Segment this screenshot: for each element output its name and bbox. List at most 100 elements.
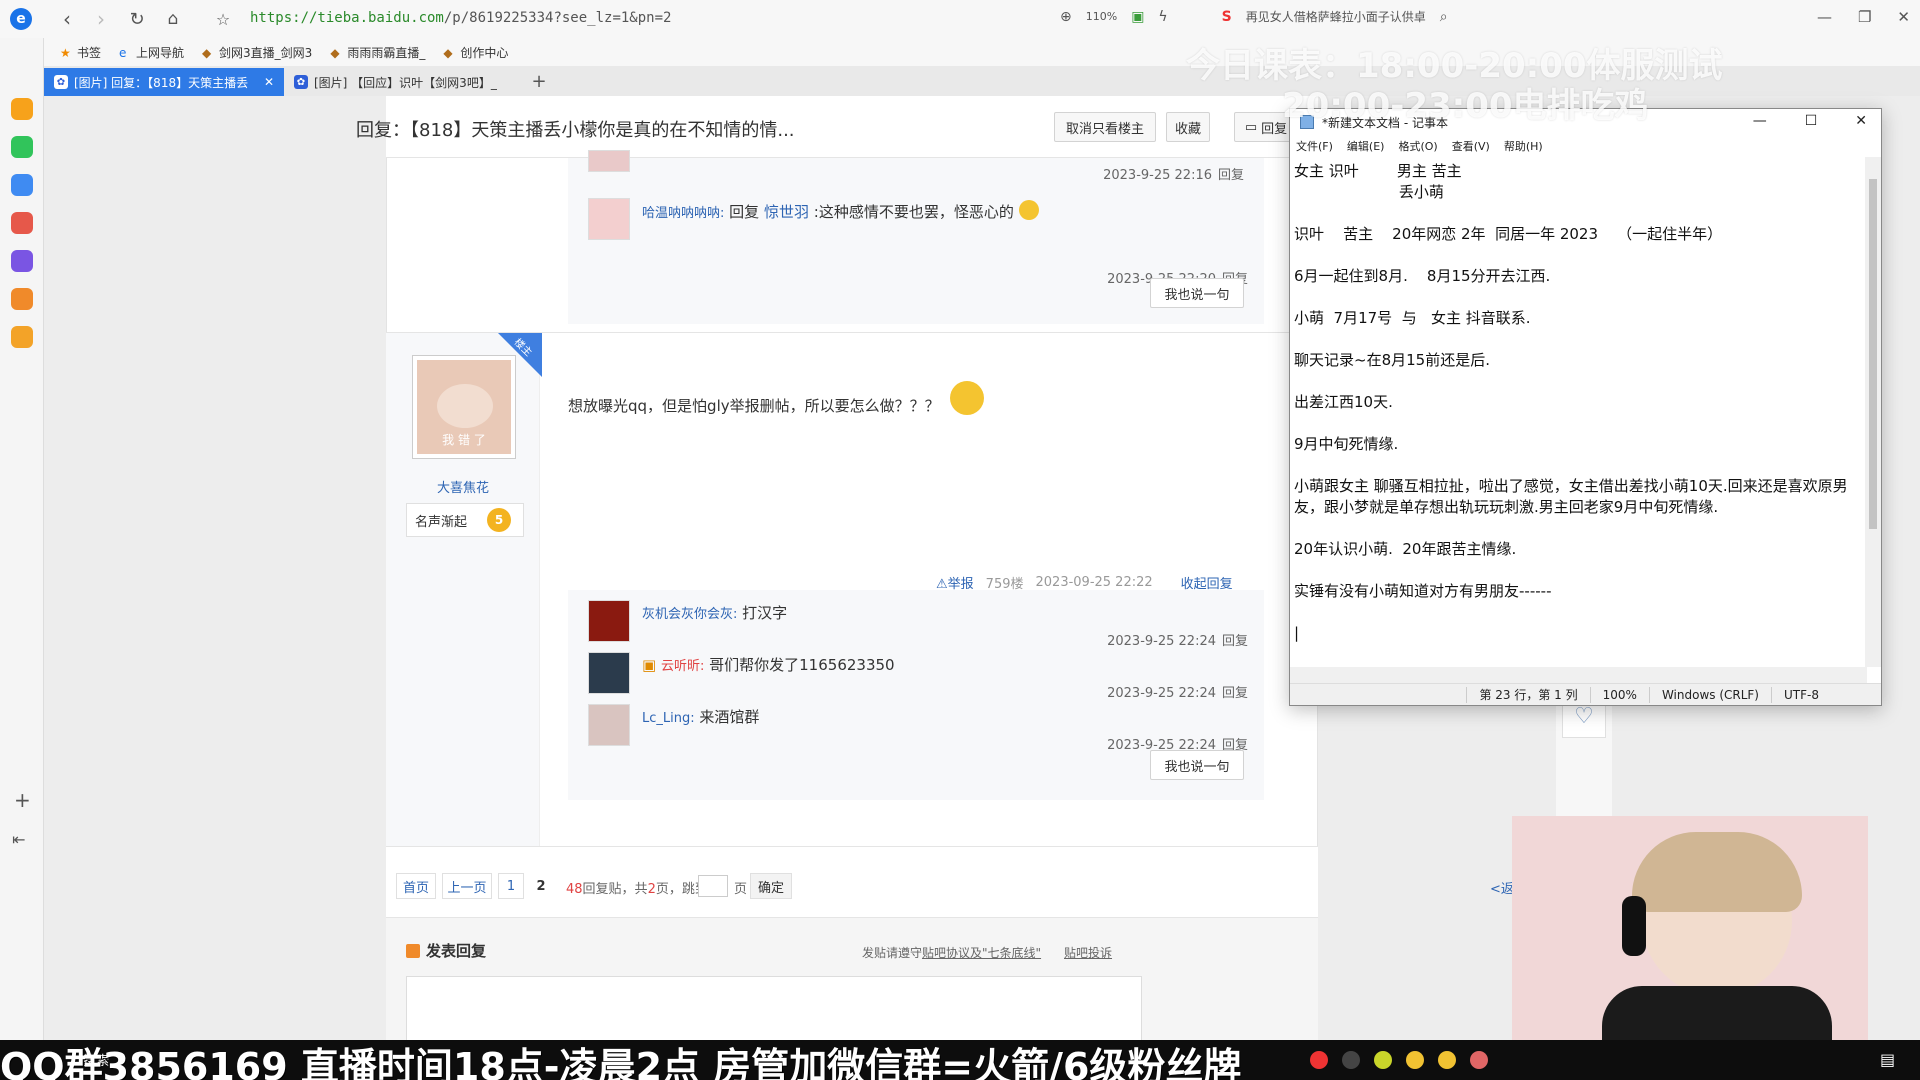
minimize-icon[interactable]: — [1753, 113, 1767, 129]
first-page-button[interactable]: 首页 [396, 873, 436, 899]
app-icon[interactable] [11, 212, 33, 234]
reply-link[interactable]: 回复 [1222, 686, 1248, 701]
zoom-level: 110% [1085, 10, 1118, 23]
tray-icons [1310, 1051, 1488, 1069]
lz-ribbon: 楼主 [498, 333, 542, 377]
tab-close-icon[interactable]: ✕ [264, 75, 274, 89]
add-icon[interactable]: + [14, 788, 31, 812]
home-icon[interactable]: ⌂ [156, 2, 190, 36]
notepad-line [1294, 518, 1861, 539]
weibo-icon[interactable] [11, 174, 33, 196]
tray-app-icon[interactable] [1310, 1051, 1328, 1069]
wechat-icon[interactable] [11, 136, 33, 158]
avatar[interactable] [588, 198, 630, 240]
menu-help[interactable]: 帮助(H) [1504, 138, 1543, 154]
prev-page-button[interactable]: 上一页 [442, 873, 492, 899]
notepad-line: 出差江西10天. [1294, 393, 1393, 411]
tray-app-icon[interactable] [1374, 1051, 1392, 1069]
author-name[interactable]: 大喜焦花 [386, 477, 540, 496]
tab-tieba[interactable]: ✿ [图片] 【回应】识叶【剑网3吧】_ [284, 68, 524, 96]
app-icon[interactable] [11, 250, 33, 272]
notepad-line [1294, 602, 1861, 623]
vertical-scrollbar[interactable] [1865, 157, 1881, 667]
bookmark-item[interactable]: ◆ 创作中心 [443, 44, 508, 61]
tray-app-icon[interactable] [1342, 1051, 1360, 1069]
jump-page-input[interactable] [698, 875, 728, 897]
maximize-icon[interactable]: ☐ [1805, 113, 1818, 129]
menu-file[interactable]: 文件(F) [1296, 138, 1333, 154]
notepad-line: | [1294, 624, 1300, 642]
page-unit: 页 [734, 882, 748, 897]
lightning-icon[interactable]: ϟ [1158, 9, 1167, 25]
hamster-image: 我 错 了 [417, 360, 511, 454]
notification-icon[interactable]: ▤ [1880, 1050, 1895, 1069]
horizontal-scrollbar[interactable] [1290, 667, 1867, 683]
avatar[interactable] [588, 600, 630, 642]
tab-tieba-active[interactable]: ✿ [图片] 回复：【818】天策主播丢 ✕ [44, 68, 284, 96]
cursor-position: 第 23 行，第 1 列 [1466, 686, 1589, 703]
say-something-button[interactable]: 我也说一句 [1150, 278, 1244, 308]
mention-link[interactable]: 惊世羽 [764, 203, 809, 221]
say-something-button[interactable]: 我也说一句 [1150, 750, 1244, 780]
restore-icon[interactable]: ❐ [1858, 8, 1871, 26]
close-icon[interactable]: ✕ [1855, 113, 1867, 129]
zoom-icon[interactable]: ⊕ [1060, 9, 1072, 25]
favorites-icon[interactable] [11, 98, 33, 120]
app-icon[interactable] [11, 326, 33, 348]
tray-app-icon[interactable] [1406, 1051, 1424, 1069]
address-bar[interactable]: https://tieba.baidu.com/p/8619225334?see… [250, 10, 671, 26]
bookmark-item[interactable]: e 上网导航 [119, 44, 184, 61]
menu-view[interactable]: 查看(V) [1452, 138, 1490, 154]
overlay-schedule-line-2: 20:00-23:00电排吃鸡 [1282, 86, 1649, 126]
notepad-line [1294, 455, 1861, 476]
notepad-text-area[interactable]: 女主 识叶 男主 苦主 丢小萌 识叶 苦主 20年网恋 2年 同居一年 2023… [1290, 157, 1865, 667]
tray-app-icon[interactable] [1438, 1051, 1456, 1069]
search-icon[interactable]: ⌕ [1440, 9, 1448, 25]
rules-link[interactable]: 贴吧协议及"七条底线" [922, 946, 1041, 960]
avatar[interactable] [588, 704, 630, 746]
collapse-icon[interactable]: ⇤ [12, 830, 25, 849]
star-icon[interactable]: ☆ [206, 2, 240, 36]
ie-icon: e [119, 46, 127, 60]
page-1-button[interactable]: 1 [498, 873, 524, 899]
menu-edit[interactable]: 编辑(E) [1347, 138, 1385, 154]
back-icon[interactable]: ‹ [50, 2, 84, 36]
menu-format[interactable]: 格式(O) [1398, 138, 1437, 154]
extension-icon[interactable]: ▣ [1131, 9, 1144, 25]
reload-icon[interactable]: ↻ [120, 2, 154, 36]
reply-username[interactable]: 哈温呐呐呐呐: [642, 206, 724, 221]
complain-link[interactable]: 贴吧投诉 [1064, 944, 1112, 961]
notepad-window: *新建文本文档 - 记事本 — ☐ ✕ 文件(F) 编辑(E) 格式(O) 查看… [1289, 108, 1882, 706]
reply-time: 2023-9-25 22:24 回复 [1107, 686, 1248, 701]
notepad-line: 女主 识叶 男主 苦主 [1294, 162, 1462, 180]
notepad-line: 聊天记录~在8月15前还是后. [1294, 351, 1490, 369]
tray-app-icon[interactable] [1470, 1051, 1488, 1069]
list-item: ▣ 云听昕: 哥们帮你发了1165623350 2023-9-25 22:24 回… [588, 652, 1248, 702]
vip-icon: ▣ [642, 656, 657, 674]
reply-username[interactable]: 灰机会灰你会灰: [642, 607, 737, 622]
close-icon[interactable]: ✕ [1897, 8, 1910, 26]
author-level[interactable]: 名声渐起 5 [406, 503, 524, 537]
collect-button[interactable]: 收藏 [1166, 112, 1210, 142]
reply-username[interactable]: Lc_Ling: [642, 711, 695, 726]
reply-link[interactable]: 回复 [1222, 634, 1248, 649]
scroll-thumb[interactable] [1869, 179, 1877, 529]
confirm-jump-button[interactable]: 确定 [750, 873, 792, 899]
new-tab-button[interactable]: + [524, 68, 554, 96]
only-lz-button[interactable]: 取消只看楼主 [1054, 112, 1156, 142]
reply-link[interactable]: 回复 [1218, 168, 1244, 183]
forward-icon[interactable]: › [84, 2, 118, 36]
bookmark-item[interactable]: ◆ 剑网3直播_剑网3 [202, 44, 312, 61]
bookmark-favicon-icon: ◆ [202, 46, 212, 60]
bookmark-item[interactable]: ★ 书签 [60, 44, 101, 61]
avatar[interactable] [588, 652, 630, 694]
browser-toolbar: e ‹ › ↻ ⌂ ☆ https://tieba.baidu.com/p/86… [0, 0, 1920, 38]
sub-reply-list: 灰机会灰你会灰: 打汉字 2023-9-25 22:24 回复 ▣ 云听昕: 哥们… [568, 590, 1264, 800]
search-hint[interactable]: 再见女人借格萨蜂拉小面子认供卓 [1246, 8, 1426, 25]
minimize-icon[interactable]: — [1817, 8, 1832, 26]
app-icon[interactable] [11, 288, 33, 310]
thread-title: 回复：【818】天策主播丢小檬你是真的在不知情的情... [356, 120, 795, 141]
bookmark-item[interactable]: ◆ 雨雨雨霸直播_ [330, 44, 425, 61]
reply-username[interactable]: 云听昕: [661, 659, 704, 674]
search-engine-icon[interactable]: S [1222, 9, 1232, 25]
